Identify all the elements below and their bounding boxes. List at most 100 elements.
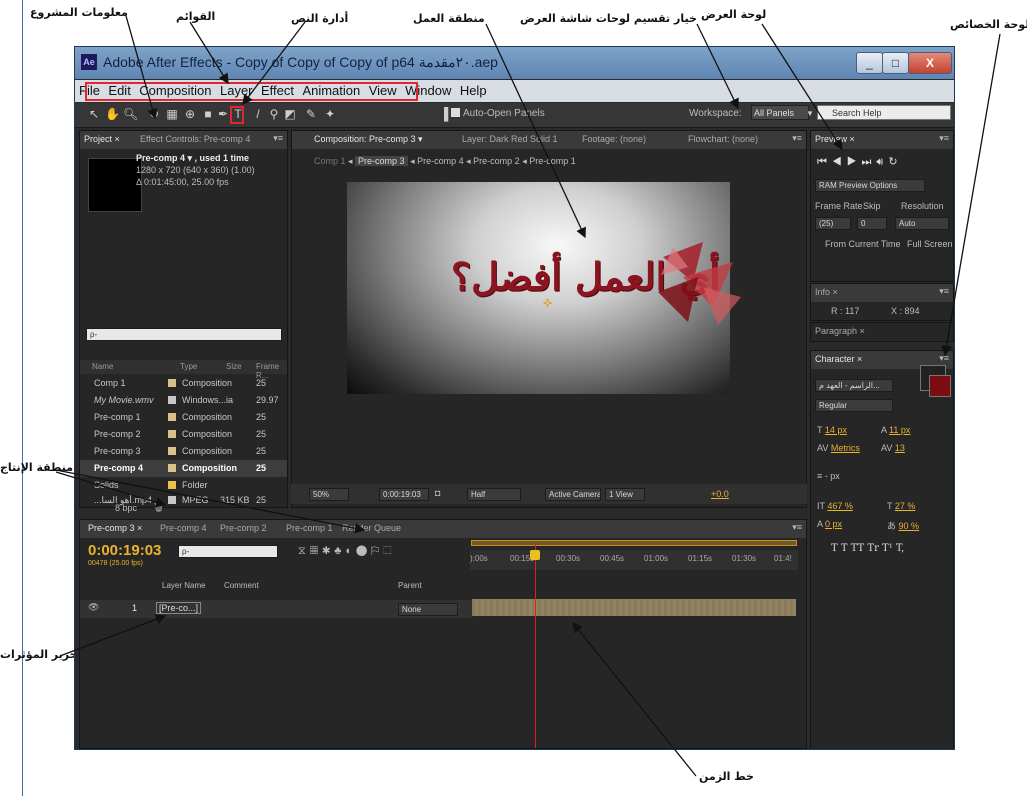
brush-tool-icon[interactable]: / — [251, 107, 265, 121]
col-type[interactable]: Type — [180, 362, 197, 371]
time-tick: 01:15s — [688, 554, 713, 563]
tab-footage[interactable]: Footage: (none) — [582, 134, 646, 144]
panel-menu-icon[interactable]: ▾≡ — [273, 133, 283, 144]
panel-menu-icon[interactable]: ▾≡ — [792, 133, 802, 144]
font-size-field[interactable]: T 14 px — [817, 425, 847, 435]
tab-character[interactable]: Character × — [815, 354, 862, 364]
stroke-width-field[interactable]: ≡ - px — [817, 471, 840, 481]
list-item[interactable]: Pre-comp 2 Composition 25 — [80, 426, 287, 443]
composition-viewer[interactable]: أي العمل أفضل؟ — [347, 182, 741, 394]
timeline-switches-icons[interactable]: ⧖▦✱♣◐⬤⚐⬚ — [298, 545, 396, 558]
tracking-field[interactable]: AV 13 — [881, 443, 905, 453]
ram-preview-options-select[interactable]: RAM Preview Options — [815, 179, 925, 192]
trash-icon[interactable]: 🗑︎ — [153, 502, 164, 513]
pan-behind-tool-icon[interactable]: ⊕ — [183, 107, 197, 121]
breadcrumb-item[interactable]: Pre-comp 4 — [417, 156, 464, 166]
current-time-indicator[interactable] — [535, 543, 536, 748]
timeline-search-input[interactable]: ρ- — [178, 545, 278, 558]
search-help-input[interactable]: Search Help — [817, 105, 951, 120]
list-item[interactable]: Pre-comp 1 Composition 25 — [80, 409, 287, 426]
tab-layer[interactable]: Layer: Dark Red Solid 1 — [462, 134, 558, 144]
skip-select[interactable]: 0 — [857, 217, 887, 230]
list-item[interactable]: ...أهو السا.mp4 MPEG 315 KB 25 — [80, 492, 287, 509]
tab-timeline-precomp2[interactable]: Pre-comp 2 — [220, 523, 267, 533]
list-item[interactable]: Comp 1 Composition 25 — [80, 375, 287, 392]
views-select[interactable]: 1 View — [605, 488, 645, 501]
auto-open-panels-checkbox[interactable] — [451, 108, 460, 117]
layer-duration-bar[interactable] — [472, 599, 796, 616]
panel-menu-icon[interactable]: ▾≡ — [939, 133, 949, 144]
tab-render-queue[interactable]: Render Queue — [342, 523, 401, 533]
tab-flowchart[interactable]: Flowchart: (none) — [688, 134, 758, 144]
workspace-select[interactable]: All Panels — [751, 105, 809, 120]
text-style-buttons[interactable]: T T TT Tr T¹ T, — [831, 543, 904, 554]
horizontal-scale-field[interactable]: T 27 % — [887, 501, 915, 511]
font-family-select[interactable]: الراسم - العهد م... — [815, 379, 893, 392]
from-current-time-checkbox[interactable]: From Current Time — [825, 239, 901, 249]
camera-select[interactable]: Active Camera — [545, 488, 601, 501]
exposure-offset[interactable]: +0.0 — [711, 489, 729, 499]
chevron-down-icon[interactable]: ▼ — [803, 107, 817, 121]
resolution-select[interactable]: Auto — [895, 217, 949, 230]
panel-menu-icon[interactable]: ▾≡ — [939, 286, 949, 297]
minimize-button[interactable]: _ — [856, 52, 883, 74]
timeline-timecode[interactable]: 0:00:19:03 — [88, 542, 161, 559]
snapshot-icon[interactable]: ◘ — [435, 488, 440, 498]
tab-timeline-precomp3[interactable]: Pre-comp 3 × — [88, 523, 142, 533]
tab-paragraph[interactable]: Paragraph × — [815, 326, 865, 336]
current-time-indicator-handle[interactable] — [530, 550, 540, 560]
selection-tool-icon[interactable]: ↖ — [87, 107, 101, 121]
pen-tool-icon[interactable]: ✒ — [216, 107, 230, 121]
timecode-display[interactable]: 0:00:19:03 — [379, 488, 429, 501]
leading-field[interactable]: A 11 px — [881, 425, 910, 435]
breadcrumb-item[interactable]: Comp 1 — [314, 156, 346, 166]
breadcrumb-item[interactable]: Pre-comp 2 — [473, 156, 520, 166]
list-item[interactable]: Pre-comp 3 Composition 25 — [80, 443, 287, 460]
maximize-button[interactable]: □ — [882, 52, 909, 74]
frame-rate-select[interactable]: (25) — [815, 217, 851, 230]
breadcrumb-item[interactable]: Pre-comp 3 — [355, 156, 408, 166]
list-item[interactable]: My Movie.wmv Windows...ia 29.97 — [80, 392, 287, 409]
tab-effect-controls[interactable]: Effect Controls: Pre-comp 4 — [140, 134, 250, 144]
list-item-selected[interactable]: Pre-comp 4 Composition 25 — [80, 460, 287, 477]
eraser-tool-icon[interactable]: ◩ — [283, 107, 297, 121]
zoom-select[interactable]: 50% — [309, 488, 349, 501]
tab-project[interactable]: Project × — [84, 134, 120, 144]
tab-timeline-precomp4[interactable]: Pre-comp 4 — [160, 523, 207, 533]
clone-stamp-tool-icon[interactable]: ⚲ — [267, 107, 281, 121]
tab-info[interactable]: Info × — [815, 287, 838, 297]
tab-timeline-precomp1[interactable]: Pre-comp 1 — [286, 523, 333, 533]
zoom-tool-icon[interactable]: 🔍︎ — [123, 107, 138, 121]
menu-help[interactable]: Help — [456, 80, 487, 98]
full-screen-checkbox[interactable]: Full Screen — [907, 239, 953, 249]
baseline-shift-field[interactable]: A 0 px — [817, 519, 842, 529]
panel-toggle-icon[interactable]: ▐ — [437, 107, 451, 121]
breadcrumb-item[interactable]: Pre-comp 1 — [529, 156, 576, 166]
panel-menu-icon[interactable]: ▾≡ — [939, 353, 949, 364]
col-name[interactable]: Name — [92, 362, 113, 371]
panel-menu-icon[interactable]: ▾≡ — [792, 522, 802, 533]
tab-composition[interactable]: Composition: Pre-comp 3 ▾ — [314, 134, 423, 145]
project-footer-bpc[interactable]: 8 bpc — [115, 503, 137, 513]
parent-select[interactable]: None — [398, 603, 458, 616]
resolution-select[interactable]: Half — [467, 488, 521, 501]
layer-name[interactable]: [Pre-co...] — [156, 602, 202, 614]
stroke-color-swatch[interactable] — [929, 375, 951, 397]
roto-brush-tool-icon[interactable]: ✎ — [304, 107, 318, 121]
tsume-field[interactable]: あ 90 % — [887, 519, 919, 532]
mask-tool-icon[interactable]: ■ — [201, 107, 215, 121]
hand-tool-icon[interactable]: ✋ — [105, 107, 120, 121]
tab-preview[interactable]: Preview × — [815, 134, 855, 144]
camera-tool-icon[interactable]: ▦ — [165, 107, 179, 121]
kerning-field[interactable]: AV Metrics — [817, 443, 860, 453]
col-size[interactable]: Size — [226, 362, 242, 371]
font-style-select[interactable]: Regular — [815, 399, 893, 412]
playback-controls[interactable]: ⏮◀▶⏭🔊︎↻ — [817, 155, 903, 169]
close-button[interactable]: X — [908, 52, 952, 74]
visibility-eye-icon[interactable]: 👁︎ — [88, 602, 99, 613]
rotate-tool-icon[interactable]: ↻ — [147, 107, 161, 121]
work-area-bar[interactable] — [471, 540, 797, 546]
vertical-scale-field[interactable]: IT 467 % — [817, 501, 853, 511]
project-search-input[interactable]: ρ- — [86, 328, 282, 341]
puppet-tool-icon[interactable]: ✦ — [323, 107, 337, 121]
